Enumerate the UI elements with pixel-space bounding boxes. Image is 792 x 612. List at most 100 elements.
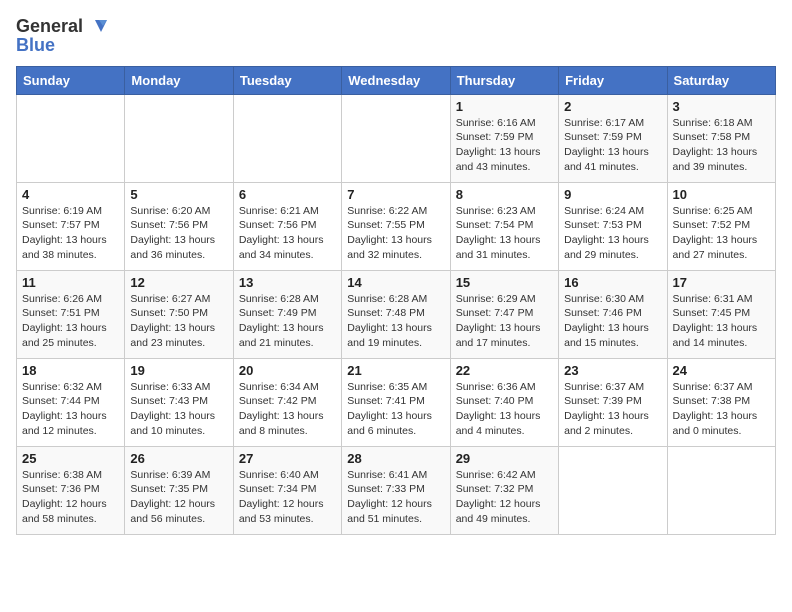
day-info: Sunrise: 6:27 AM Sunset: 7:50 PM Dayligh… [130,292,227,351]
day-info: Sunrise: 6:29 AM Sunset: 7:47 PM Dayligh… [456,292,553,351]
day-number: 16 [564,275,661,290]
calendar-cell: 18 Sunrise: 6:32 AM Sunset: 7:44 PM Dayli… [17,358,125,446]
weekday-header-thursday: Thursday [450,66,558,94]
day-number: 10 [673,187,770,202]
day-number: 17 [673,275,770,290]
day-info: Sunrise: 6:34 AM Sunset: 7:42 PM Dayligh… [239,380,336,439]
calendar-cell [342,94,450,182]
day-number: 27 [239,451,336,466]
logo-wrapper: General Blue [16,16,107,56]
weekday-header-wednesday: Wednesday [342,66,450,94]
calendar-cell: 14Sunrise: 6:28 AM Sunset: 7:48 PM Dayli… [342,270,450,358]
weekday-header-saturday: Saturday [667,66,775,94]
logo-bird-icon [85,16,107,38]
calendar-cell: 5 Sunrise: 6:20 AM Sunset: 7:56 PM Daylig… [125,182,233,270]
day-info: Sunrise: 6:31 AM Sunset: 7:45 PM Dayligh… [673,292,770,351]
day-number: 6 [239,187,336,202]
calendar-cell: 2Sunrise: 6:17 AM Sunset: 7:59 PM Daylig… [559,94,667,182]
day-number: 21 [347,363,444,378]
day-info: Sunrise: 6:35 AM Sunset: 7:41 PM Dayligh… [347,380,444,439]
calendar-cell [125,94,233,182]
day-number: 11 [22,275,119,290]
day-info: Sunrise: 6:36 AM Sunset: 7:40 PM Dayligh… [456,380,553,439]
calendar-cell: 17 Sunrise: 6:31 AM Sunset: 7:45 PM Dayli… [667,270,775,358]
day-info: Sunrise: 6:23 AM Sunset: 7:54 PM Dayligh… [456,204,553,263]
week-row-4: 18 Sunrise: 6:32 AM Sunset: 7:44 PM Dayli… [17,358,776,446]
calendar-cell: 19 Sunrise: 6:33 AM Sunset: 7:43 PM Dayli… [125,358,233,446]
calendar-cell: 6 Sunrise: 6:21 AM Sunset: 7:56 PM Daylig… [233,182,341,270]
day-info: Sunrise: 6:22 AM Sunset: 7:55 PM Dayligh… [347,204,444,263]
calendar-cell: 27 Sunrise: 6:40 AM Sunset: 7:34 PM Dayli… [233,446,341,534]
day-info: Sunrise: 6:40 AM Sunset: 7:34 PM Dayligh… [239,468,336,527]
day-number: 8 [456,187,553,202]
day-number: 5 [130,187,227,202]
day-number: 29 [456,451,553,466]
day-number: 3 [673,99,770,114]
calendar-cell: 23 Sunrise: 6:37 AM Sunset: 7:39 PM Dayli… [559,358,667,446]
calendar-cell [17,94,125,182]
week-row-1: 1Sunrise: 6:16 AM Sunset: 7:59 PM Daylig… [17,94,776,182]
day-info: Sunrise: 6:21 AM Sunset: 7:56 PM Dayligh… [239,204,336,263]
day-info: Sunrise: 6:18 AM Sunset: 7:58 PM Dayligh… [673,116,770,175]
weekday-header-monday: Monday [125,66,233,94]
logo-general: General [16,17,83,37]
day-info: Sunrise: 6:33 AM Sunset: 7:43 PM Dayligh… [130,380,227,439]
day-info: Sunrise: 6:30 AM Sunset: 7:46 PM Dayligh… [564,292,661,351]
calendar-cell: 7 Sunrise: 6:22 AM Sunset: 7:55 PM Daylig… [342,182,450,270]
day-number: 7 [347,187,444,202]
calendar-cell [667,446,775,534]
day-info: Sunrise: 6:42 AM Sunset: 7:32 PM Dayligh… [456,468,553,527]
logo-blue: Blue [16,36,55,56]
calendar-cell: 10 Sunrise: 6:25 AM Sunset: 7:52 PM Dayli… [667,182,775,270]
calendar-cell: 25 Sunrise: 6:38 AM Sunset: 7:36 PM Dayli… [17,446,125,534]
calendar-cell: 3 Sunrise: 6:18 AM Sunset: 7:58 PM Daylig… [667,94,775,182]
calendar-cell: 16 Sunrise: 6:30 AM Sunset: 7:46 PM Dayli… [559,270,667,358]
day-number: 28 [347,451,444,466]
weekday-header-tuesday: Tuesday [233,66,341,94]
page-header: General Blue [16,16,776,56]
day-info: Sunrise: 6:24 AM Sunset: 7:53 PM Dayligh… [564,204,661,263]
day-number: 25 [22,451,119,466]
day-info: Sunrise: 6:37 AM Sunset: 7:39 PM Dayligh… [564,380,661,439]
calendar-table: SundayMondayTuesdayWednesdayThursdayFrid… [16,66,776,535]
calendar-cell: 22 Sunrise: 6:36 AM Sunset: 7:40 PM Dayli… [450,358,558,446]
day-number: 2 [564,99,661,114]
calendar-cell: 28 Sunrise: 6:41 AM Sunset: 7:33 PM Dayli… [342,446,450,534]
day-info: Sunrise: 6:41 AM Sunset: 7:33 PM Dayligh… [347,468,444,527]
calendar-cell: 12Sunrise: 6:27 AM Sunset: 7:50 PM Dayli… [125,270,233,358]
day-info: Sunrise: 6:20 AM Sunset: 7:56 PM Dayligh… [130,204,227,263]
calendar-cell: 1Sunrise: 6:16 AM Sunset: 7:59 PM Daylig… [450,94,558,182]
day-info: Sunrise: 6:26 AM Sunset: 7:51 PM Dayligh… [22,292,119,351]
weekday-header-sunday: Sunday [17,66,125,94]
day-info: Sunrise: 6:37 AM Sunset: 7:38 PM Dayligh… [673,380,770,439]
day-info: Sunrise: 6:39 AM Sunset: 7:35 PM Dayligh… [130,468,227,527]
weekday-header-row: SundayMondayTuesdayWednesdayThursdayFrid… [17,66,776,94]
day-number: 22 [456,363,553,378]
calendar-cell: 21 Sunrise: 6:35 AM Sunset: 7:41 PM Dayli… [342,358,450,446]
day-info: Sunrise: 6:28 AM Sunset: 7:49 PM Dayligh… [239,292,336,351]
day-number: 15 [456,275,553,290]
calendar-cell: 24 Sunrise: 6:37 AM Sunset: 7:38 PM Dayli… [667,358,775,446]
week-row-2: 4Sunrise: 6:19 AM Sunset: 7:57 PM Daylig… [17,182,776,270]
day-number: 13 [239,275,336,290]
calendar-cell: 9 Sunrise: 6:24 AM Sunset: 7:53 PM Daylig… [559,182,667,270]
logo: General Blue [16,16,107,56]
calendar-cell: 13 Sunrise: 6:28 AM Sunset: 7:49 PM Dayli… [233,270,341,358]
week-row-3: 11 Sunrise: 6:26 AM Sunset: 7:51 PM Dayli… [17,270,776,358]
day-number: 9 [564,187,661,202]
day-number: 14 [347,275,444,290]
calendar-cell: 26Sunrise: 6:39 AM Sunset: 7:35 PM Dayli… [125,446,233,534]
calendar-cell: 15 Sunrise: 6:29 AM Sunset: 7:47 PM Dayli… [450,270,558,358]
day-info: Sunrise: 6:32 AM Sunset: 7:44 PM Dayligh… [22,380,119,439]
day-number: 19 [130,363,227,378]
day-info: Sunrise: 6:19 AM Sunset: 7:57 PM Dayligh… [22,204,119,263]
day-info: Sunrise: 6:25 AM Sunset: 7:52 PM Dayligh… [673,204,770,263]
day-number: 20 [239,363,336,378]
weekday-header-friday: Friday [559,66,667,94]
day-number: 23 [564,363,661,378]
day-info: Sunrise: 6:38 AM Sunset: 7:36 PM Dayligh… [22,468,119,527]
day-number: 18 [22,363,119,378]
day-info: Sunrise: 6:16 AM Sunset: 7:59 PM Dayligh… [456,116,553,175]
calendar-cell: 29 Sunrise: 6:42 AM Sunset: 7:32 PM Dayli… [450,446,558,534]
day-number: 24 [673,363,770,378]
